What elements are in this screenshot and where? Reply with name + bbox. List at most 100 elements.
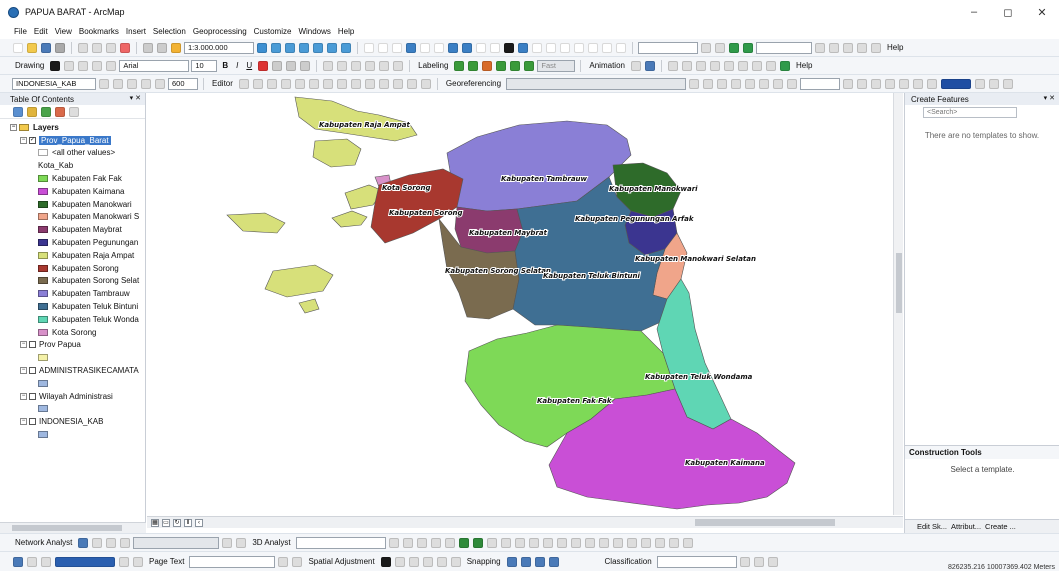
toc-horizontal-scrollbar[interactable] (0, 522, 146, 533)
bold-button[interactable]: B (219, 61, 231, 70)
rectangle-icon[interactable] (78, 60, 89, 71)
minimize-button[interactable]: – (957, 0, 991, 24)
legend-swatch[interactable] (38, 303, 48, 311)
tool-icon[interactable] (626, 537, 637, 548)
print-icon[interactable] (55, 42, 65, 53)
legend-row[interactable]: Kabupaten Sorong Selat (0, 275, 145, 288)
list-by-source-icon[interactable] (27, 106, 37, 117)
toolbar2-help[interactable]: Help (793, 61, 815, 70)
redo-icon[interactable] (157, 42, 167, 53)
tool-icon[interactable] (408, 556, 419, 567)
edit-vertices-icon[interactable] (322, 78, 333, 89)
tool-icon[interactable] (430, 537, 441, 548)
pause-drawing-button[interactable]: Ⅱ (184, 518, 192, 527)
layer-label[interactable]: INDONESIA_KAB (39, 417, 103, 426)
collapse-icon[interactable]: − (20, 136, 27, 144)
layer-checkbox-unchecked[interactable] (29, 392, 36, 400)
tool-icon[interactable] (767, 556, 778, 567)
clear-selection-icon[interactable] (490, 42, 500, 53)
tool-icon[interactable] (640, 537, 651, 548)
layer-label[interactable]: Wilayah Administrasi (39, 392, 113, 401)
tool-icon[interactable] (155, 78, 165, 89)
edit-annotation-icon[interactable] (252, 78, 263, 89)
point-snapping-icon[interactable] (506, 556, 517, 567)
label-priority-icon[interactable] (468, 60, 479, 71)
color-swatch-icon[interactable] (941, 78, 972, 89)
pan-icon[interactable] (392, 42, 402, 53)
search-window-icon[interactable] (299, 42, 309, 53)
region-raja-ampat-island-6[interactable] (264, 264, 334, 298)
tool-icon[interactable] (739, 556, 750, 567)
tool-icon[interactable] (989, 78, 1000, 89)
forward-extent-icon[interactable] (462, 42, 472, 53)
tool-icon[interactable] (773, 78, 784, 89)
tool-icon[interactable] (500, 537, 511, 548)
straight-segment-icon[interactable] (351, 60, 362, 71)
arctoolbox-icon[interactable] (313, 42, 323, 53)
point-icon[interactable] (308, 78, 319, 89)
layers-group-row[interactable]: − Layers (0, 121, 145, 134)
menu-customize[interactable]: Customize (254, 27, 292, 36)
layer-checkbox-unchecked[interactable] (29, 418, 36, 426)
collapse-icon[interactable]: − (20, 367, 27, 375)
tool-icon[interactable] (472, 537, 483, 548)
modelbuilder-icon[interactable] (341, 42, 351, 53)
layer-row[interactable]: − INDONESIA_KAB (0, 415, 145, 428)
fixed-zoom-in-icon[interactable] (420, 42, 430, 53)
tool-icon[interactable] (701, 42, 711, 53)
tab-create-features[interactable]: Create ... (985, 522, 1016, 531)
layer-row[interactable]: − Wilayah Administrasi (0, 390, 145, 403)
tool-icon[interactable] (292, 556, 303, 567)
hyperlink-icon[interactable] (532, 42, 542, 53)
tool-icon[interactable] (759, 78, 770, 89)
add-data-icon[interactable] (171, 42, 181, 53)
legend-row[interactable]: Kabupaten Sorong (0, 262, 145, 275)
layer-checkbox-unchecked[interactable] (29, 341, 36, 349)
georef-grid-icon[interactable] (743, 42, 753, 53)
tool-icon[interactable] (612, 537, 623, 548)
legend-swatch[interactable] (38, 277, 48, 285)
legend-row[interactable]: Kabupaten Maybrat (0, 223, 145, 236)
identify-icon[interactable] (518, 42, 528, 53)
label-weight-icon[interactable] (482, 60, 493, 71)
end-snapping-icon[interactable] (520, 556, 531, 567)
tool-icon[interactable] (829, 42, 839, 53)
measure-icon[interactable] (560, 42, 570, 53)
tool-icon[interactable] (899, 78, 910, 89)
tool-icon[interactable] (682, 537, 693, 548)
tool-icon[interactable] (765, 60, 776, 71)
tool-icon[interactable] (92, 537, 103, 548)
legend-row[interactable]: Kabupaten Manokwari S (0, 211, 145, 224)
tool-icon[interactable] (570, 537, 581, 548)
collapse-icon[interactable]: − (20, 418, 27, 426)
region-raja-ampat-island-7[interactable] (298, 298, 320, 314)
page-text-menu[interactable]: Page Text (146, 557, 187, 566)
network-analyst-menu[interactable]: Network Analyst (12, 538, 75, 547)
tool-icon[interactable] (120, 537, 131, 548)
tool-icon[interactable] (394, 556, 405, 567)
copy-icon[interactable] (92, 42, 102, 53)
select-elements-icon[interactable] (504, 42, 514, 53)
tool-icon[interactable] (388, 537, 399, 548)
legend-swatch[interactable] (38, 187, 48, 195)
tool-icon[interactable] (975, 78, 986, 89)
tool-icon[interactable] (486, 537, 497, 548)
pin-close-icon[interactable]: ▾ ✕ (130, 94, 141, 102)
tool-icon[interactable] (119, 556, 129, 567)
tool-icon[interactable] (236, 537, 247, 548)
html-popup-icon[interactable] (546, 42, 556, 53)
toc-window-icon[interactable] (271, 42, 281, 53)
georeferencing-menu[interactable]: Georeferencing (443, 79, 504, 88)
tool-icon[interactable] (654, 537, 665, 548)
tool-icon[interactable] (141, 78, 151, 89)
tool-icon[interactable] (857, 42, 867, 53)
tab-edit-sketch[interactable]: Edit Sk... (917, 522, 947, 531)
layer-checkbox-unchecked[interactable] (29, 367, 36, 375)
georef-layer-combo[interactable] (506, 77, 687, 90)
tool-icon[interactable] (402, 537, 413, 548)
zoom-combo[interactable]: 600 (168, 77, 198, 90)
3d-analyst-menu[interactable]: 3D Analyst (249, 538, 293, 547)
select-elements-icon[interactable] (380, 556, 391, 567)
legend-row[interactable]: Kabupaten Teluk Wonda (0, 313, 145, 326)
find-route-icon[interactable] (588, 42, 598, 53)
